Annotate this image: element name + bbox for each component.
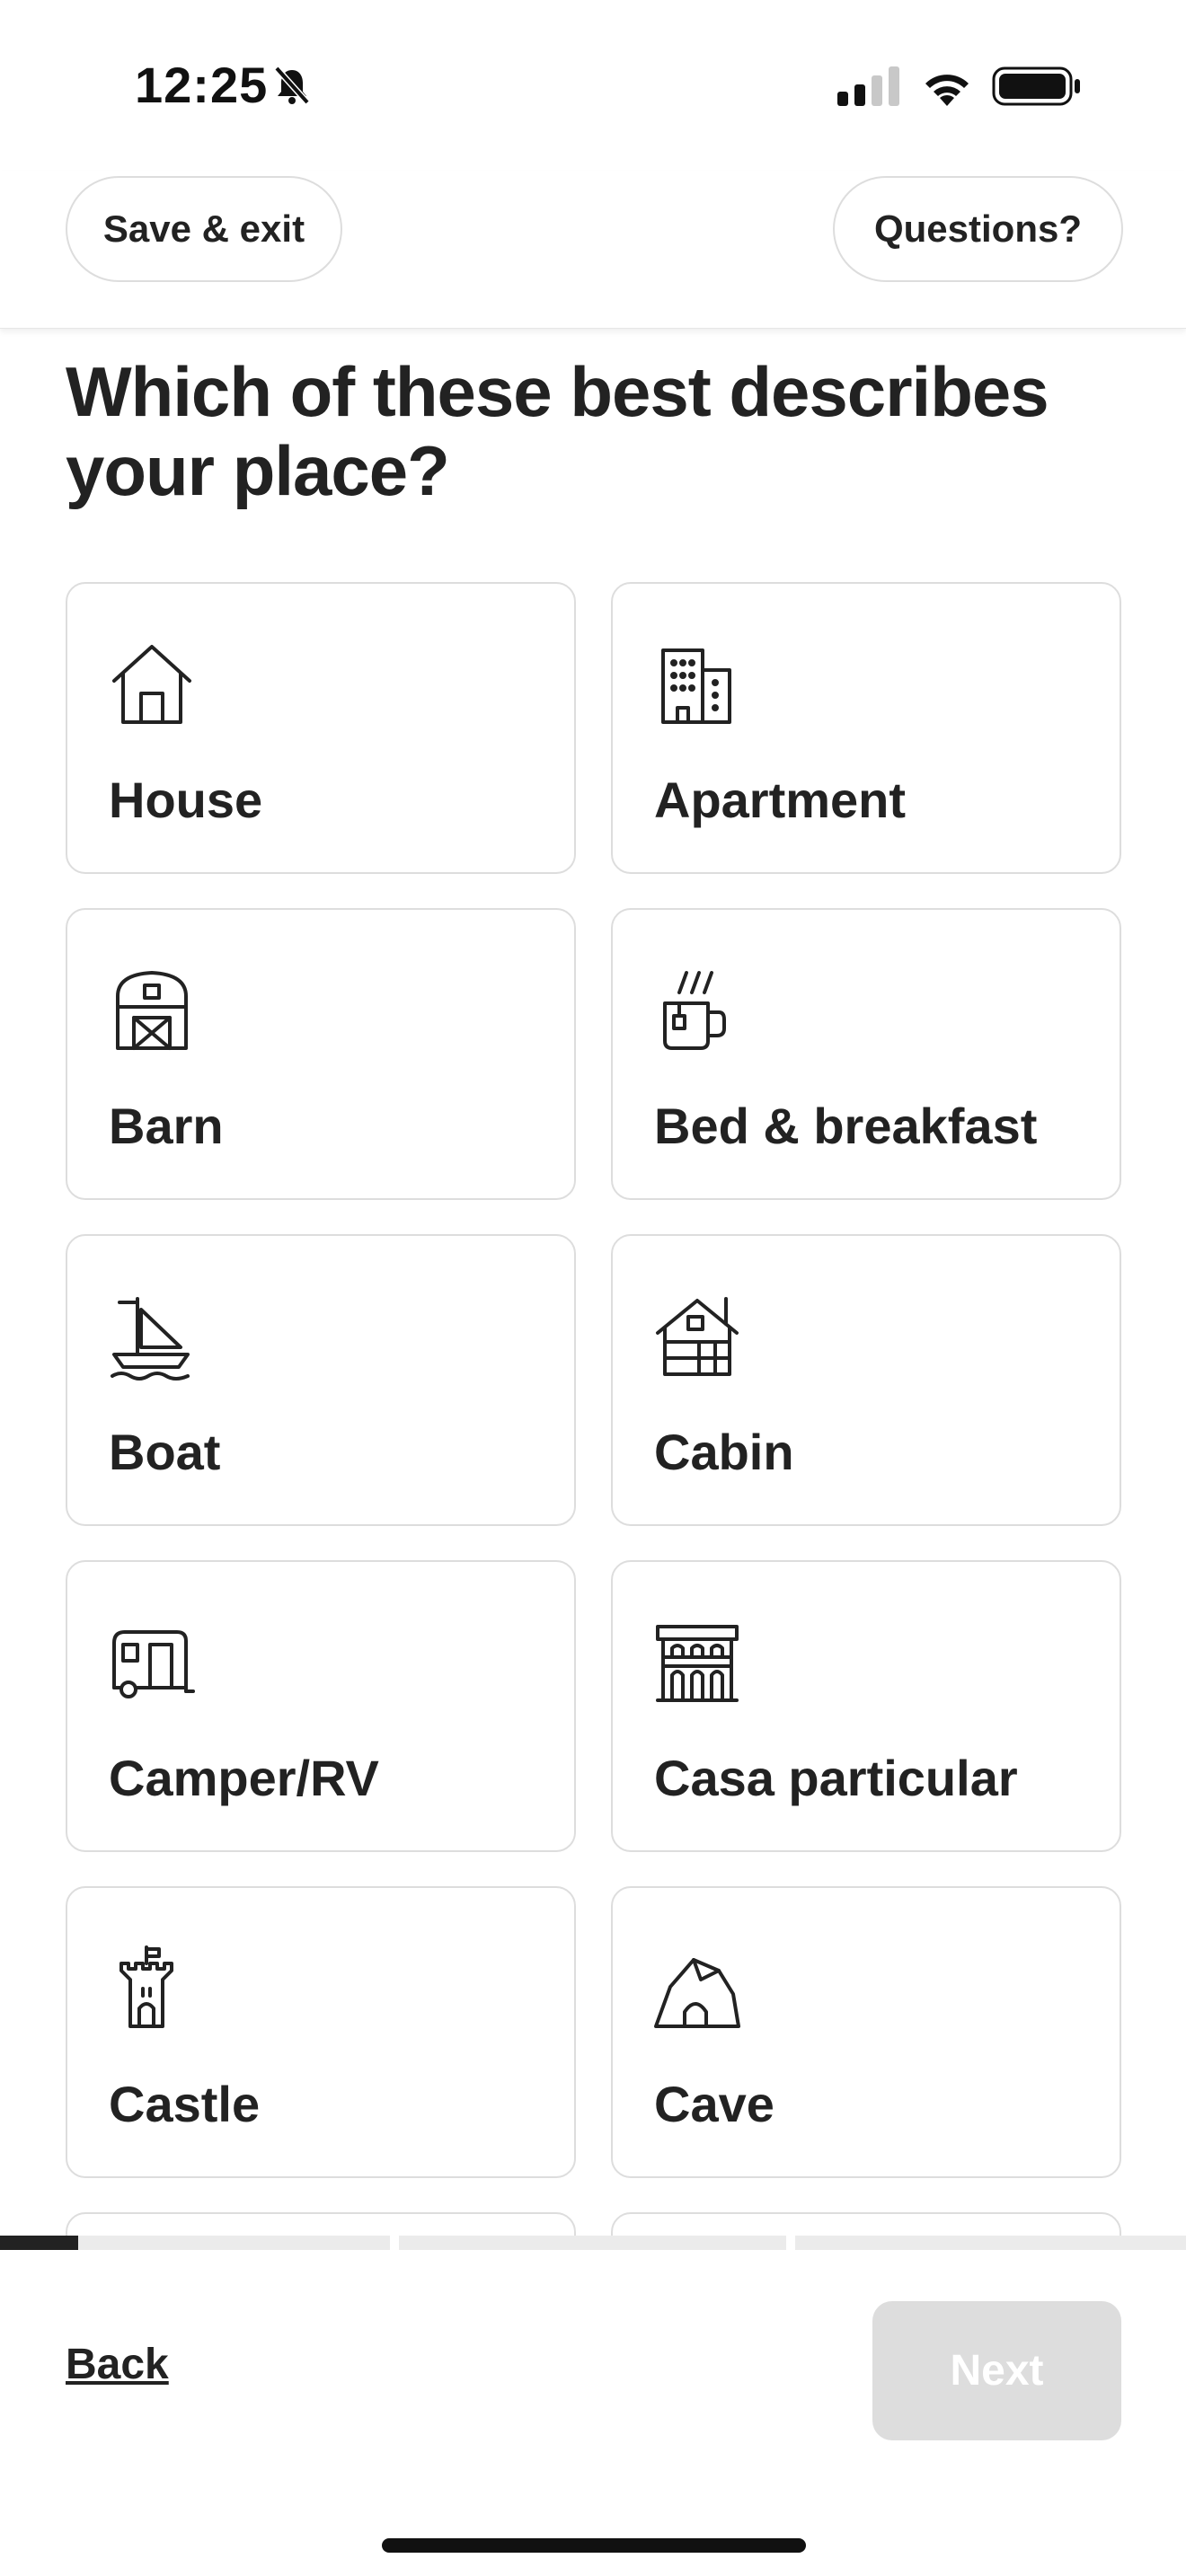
camper-icon	[112, 1630, 195, 1698]
barn-icon	[116, 971, 188, 1050]
next-button[interactable]: Next	[872, 2301, 1121, 2440]
progress-segment	[399, 2236, 786, 2250]
card-camper-rv[interactable]: Camper/RV	[66, 1560, 576, 1852]
card-partial[interactable]	[66, 2212, 576, 2236]
card-cave[interactable]: Cave	[611, 1886, 1121, 2178]
card-label: House	[109, 772, 263, 828]
card-label: Barn	[109, 1098, 224, 1154]
boat-icon	[111, 1297, 190, 1381]
card-label: Boat	[109, 1424, 221, 1480]
cabin-icon	[656, 1297, 739, 1376]
card-cabin[interactable]: Cabin	[611, 1234, 1121, 1526]
page-title: Which of these best describes your place…	[66, 352, 1049, 510]
progress-segment	[0, 2236, 390, 2250]
card-partial[interactable]	[611, 2212, 1121, 2236]
card-label: Castle	[109, 2076, 261, 2132]
card-castle[interactable]: Castle	[66, 1886, 576, 2178]
card-boat[interactable]: Boat	[66, 1234, 576, 1526]
property-type-grid: House Apartment Barn Bed & breakfast Boa…	[66, 582, 1121, 2236]
card-label: Bed & breakfast	[654, 1098, 1038, 1154]
top-header: Save & exit Questions?	[0, 171, 1186, 329]
casa-particular-icon	[656, 1625, 739, 1702]
card-apartment[interactable]: Apartment	[611, 582, 1121, 874]
house-icon	[112, 645, 191, 724]
questions-button[interactable]: Questions?	[833, 176, 1123, 282]
battery-icon	[992, 66, 1080, 106]
apartment-icon	[661, 648, 731, 724]
bell-muted-icon	[274, 66, 310, 105]
progress-bar	[0, 2236, 1186, 2250]
card-house[interactable]: House	[66, 582, 576, 874]
card-label: Casa particular	[654, 1750, 1018, 1806]
home-indicator	[382, 2538, 806, 2553]
wifi-icon	[925, 75, 969, 106]
save-exit-button[interactable]: Save & exit	[66, 176, 342, 282]
signal-icon	[837, 66, 899, 106]
status-time: 12:25	[135, 57, 269, 113]
card-label: Camper/RV	[109, 1750, 379, 1806]
card-label: Apartment	[654, 772, 907, 828]
card-label: Cabin	[654, 1424, 794, 1480]
progress-segment-fill	[0, 2236, 78, 2250]
mug-icon	[663, 971, 726, 1050]
back-link[interactable]: Back	[66, 2340, 169, 2389]
cave-icon	[654, 1958, 740, 2028]
status-bar: 12:25	[0, 0, 1186, 171]
card-bed-breakfast[interactable]: Bed & breakfast	[611, 908, 1121, 1200]
castle-icon	[119, 1945, 173, 2028]
card-label: Cave	[654, 2076, 774, 2132]
card-casa-particular[interactable]: Casa particular	[611, 1560, 1121, 1852]
bottom-footer: Back Next	[0, 2250, 1186, 2576]
progress-segment	[795, 2236, 1186, 2250]
card-barn[interactable]: Barn	[66, 908, 576, 1200]
